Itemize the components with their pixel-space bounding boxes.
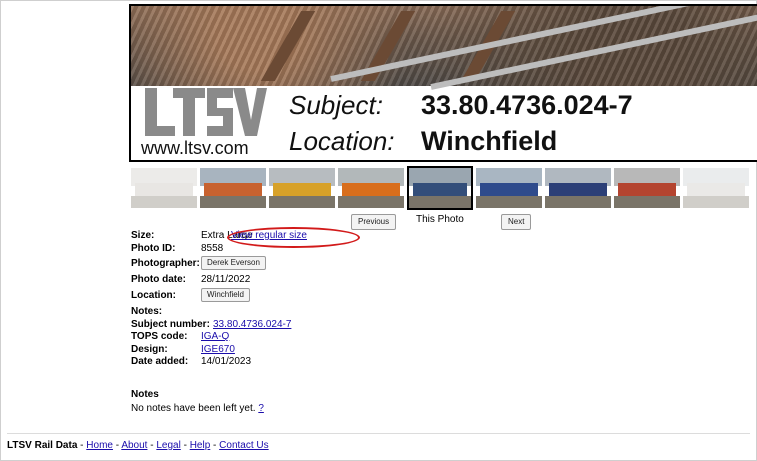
thumbnail-wagon [549,183,607,196]
location-button[interactable]: Winchfield [201,288,250,302]
thumbnail-wagon [273,183,331,196]
design-label: Design: [131,344,168,355]
thumbnail[interactable] [338,168,404,208]
footer-home-link[interactable]: Home [86,440,113,451]
date-added-value: 14/01/2023 [201,356,252,367]
footer: LTSV Rail Data - Home - About - Legal - … [7,440,269,451]
photographer-button[interactable]: Derek Everson [201,256,266,270]
thumbnail[interactable] [200,168,266,208]
thumbnail-ground [338,196,404,208]
this-photo-label: This Photo [416,214,464,225]
notes-help-link[interactable]: ? [258,403,264,414]
subject-number-label: Subject number: [131,319,210,330]
thumbnail-ground [131,196,197,208]
footer-sep: - [210,440,220,451]
thumbnail-wagon [135,183,193,196]
design-link[interactable]: IGE670 [201,344,235,355]
thumbnail-ground [476,196,542,208]
thumbnail-wagon [413,183,467,196]
thumbnail-wagon [480,183,538,196]
thumbnail-ground [269,196,335,208]
ltsv-logo [145,88,267,136]
thumbnail[interactable] [131,168,197,208]
footer-sep: - [147,440,157,451]
thumbnail-current [407,166,473,210]
location-value: Winchfield [421,126,558,156]
header-banner: www.ltsv.com Subject: 33.80.4736.024-7 L… [129,4,757,162]
thumbnail-wagon [204,183,262,196]
track-sleeper [260,11,316,81]
date-added-label: Date added: [131,356,189,367]
thumbnail[interactable] [614,168,680,208]
location-detail-label: Location: [131,290,176,301]
notes-empty-text: No notes have been left yet. [131,403,256,414]
banner-photo [131,6,757,90]
thumbnail-wagon [618,183,676,196]
subject-label: Subject: [289,90,383,120]
subject-value: 33.80.4736.024-7 [421,90,633,120]
thumbnail[interactable] [683,168,749,208]
highlight-annotation [227,227,360,248]
site-url: www.ltsv.com [141,138,249,158]
footer-sep: - [180,440,190,451]
photo-id-label: Photo ID: [131,243,176,254]
footer-divider [7,433,750,434]
photographer-label: Photographer: [131,258,200,269]
tops-code-label: TOPS code: [131,331,188,342]
subject-number-link[interactable]: 33.80.4736.024-7 [213,319,291,330]
size-label: Size: [131,230,155,241]
footer-sep: - [77,440,87,451]
footer-contact-link[interactable]: Contact Us [219,440,268,451]
thumbnail-wagon [687,183,745,196]
thumbnail[interactable] [545,168,611,208]
footer-legal-link[interactable]: Legal [156,440,180,451]
previous-button[interactable]: Previous [351,214,397,230]
next-button[interactable]: Next [501,214,532,230]
photo-date-label: Photo date: [131,274,186,285]
footer-brand: LTSV Rail Data [7,440,78,451]
thumbnail[interactable] [269,168,335,208]
footer-help-link[interactable]: Help [190,440,211,451]
photo-id-value: 8558 [201,243,224,254]
photo-date-value: 28/11/2022 [201,274,251,285]
thumbnail-ground [683,196,749,208]
thumbnail-wagon [342,183,400,196]
thumbnail-ground [200,196,266,208]
notes-detail-label: Notes: [131,306,163,317]
location-label: Location: [289,126,395,156]
notes-title: Notes [131,389,159,400]
thumbnail-ground [409,196,471,208]
footer-about-link[interactable]: About [121,440,147,451]
thumbnail[interactable] [476,168,542,208]
notes-text: No notes have been left yet. ? [131,403,264,414]
tops-code-link[interactable]: IGA-Q [201,331,229,342]
thumbnail-ground [614,196,680,208]
thumbnail-ground [545,196,611,208]
